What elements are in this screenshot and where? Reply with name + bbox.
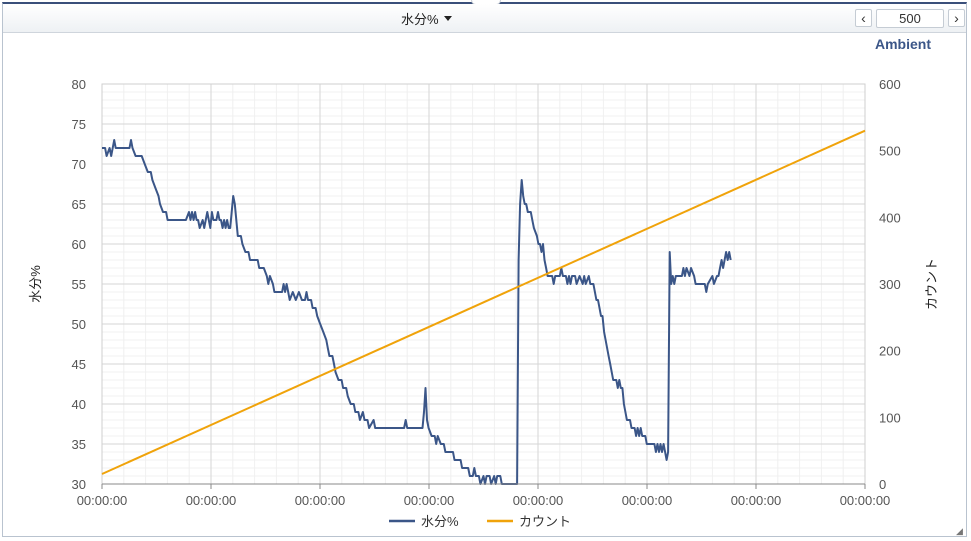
x-tick-label: 00:00:00: [622, 493, 673, 508]
x-tick-label: 00:00:00: [731, 493, 782, 508]
legend-label: 水分%: [421, 514, 459, 529]
series-layer: [101, 129, 866, 485]
x-tick-label: 00:00:00: [77, 493, 128, 508]
left-axis-label: 水分%: [28, 265, 43, 303]
left-tick-label: 75: [72, 117, 86, 132]
left-tick-label: 40: [72, 397, 86, 412]
left-tick-label: 60: [72, 237, 86, 252]
right-tick-label: 600: [879, 77, 901, 92]
x-axis: 00:00:00 00:00:00 00:00:00 00:00:00 00:00:00…: [77, 483, 891, 508]
grid-major: [101, 83, 866, 485]
left-tick-label: 70: [72, 157, 86, 172]
x-tick-label: 00:00:00: [513, 493, 564, 508]
right-tick-label: 200: [879, 344, 901, 359]
left-tick-label: 45: [72, 357, 86, 372]
x-tick-label: 00:00:00: [404, 493, 455, 508]
right-tick-label: 100: [879, 410, 901, 425]
x-tick-label: 00:00:00: [840, 493, 891, 508]
right-axis-label: カウント: [924, 258, 939, 310]
right-axis: 0 100 200 300 400 500 600: [879, 77, 901, 492]
left-tick-label: 55: [72, 277, 86, 292]
x-tick-label: 00:00:00: [186, 493, 237, 508]
left-tick-label: 30: [72, 477, 86, 492]
left-axis: 30 35 40 45 50 55 60 65 70 75 80: [72, 77, 86, 492]
left-tick-label: 35: [72, 437, 86, 452]
right-tick-label: 300: [879, 277, 901, 292]
left-tick-label: 50: [72, 317, 86, 332]
left-tick-label: 65: [72, 197, 86, 212]
left-tick-label: 80: [72, 77, 86, 92]
right-tick-label: 400: [879, 210, 901, 225]
right-tick-label: 0: [879, 477, 886, 492]
legend-label: カウント: [519, 514, 571, 529]
series-line-count: [101, 129, 866, 475]
resize-grip-icon[interactable]: ◢: [956, 527, 964, 536]
x-tick-label: 00:00:00: [295, 493, 346, 508]
right-tick-label: 500: [879, 144, 901, 159]
chart-legend: 水分% カウント: [389, 514, 571, 529]
line-chart: 30 35 40 45 50 55 60 65 70 75 80 0 100 200 300 400 500 6…: [28, 77, 939, 529]
